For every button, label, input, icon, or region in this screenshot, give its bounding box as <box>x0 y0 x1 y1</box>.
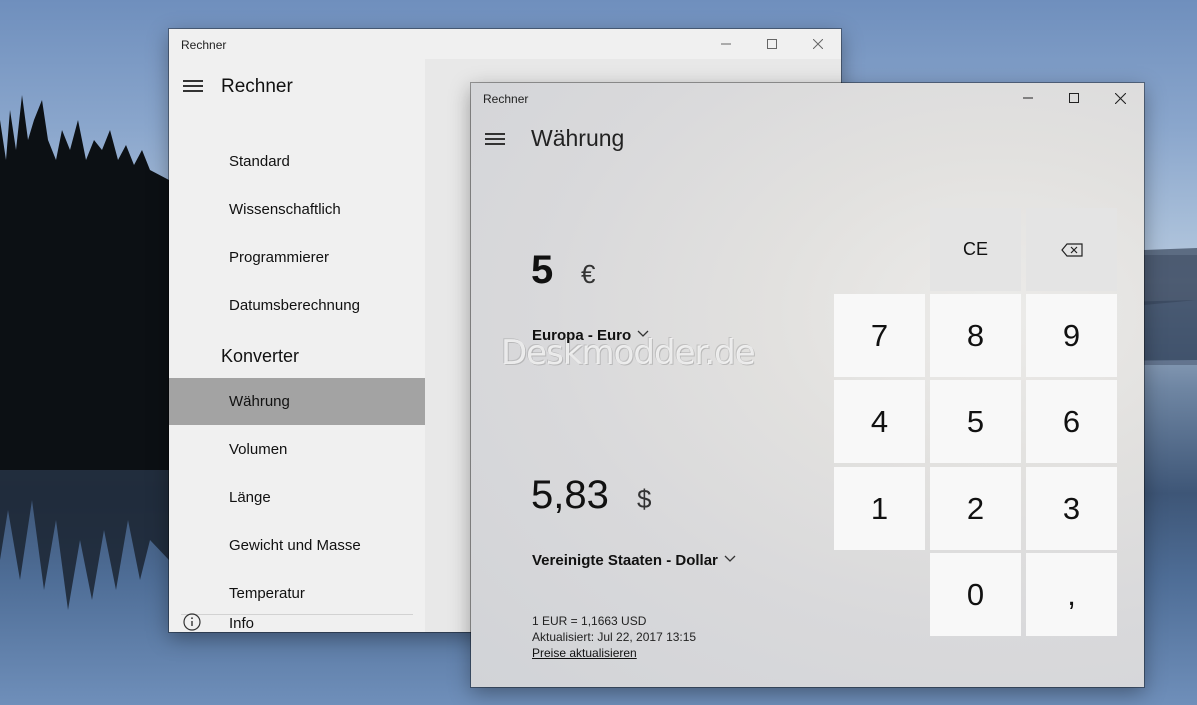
nav-header-calculator: Rechner <box>221 76 293 97</box>
key-9[interactable]: 9 <box>1026 294 1117 377</box>
chevron-down-icon <box>724 555 736 562</box>
calculator-window-currency[interactable]: Rechner Währung Deskmodder.de 5 € Europa… <box>471 83 1144 687</box>
close-icon <box>813 39 823 49</box>
nav-item-standard[interactable]: Standard <box>169 138 425 185</box>
maximize-button[interactable] <box>749 29 795 59</box>
nav-item-temperature[interactable]: Temperatur <box>169 570 425 617</box>
info-icon <box>183 613 201 631</box>
key-0[interactable]: 0 <box>930 553 1021 636</box>
key-1[interactable]: 1 <box>834 467 925 550</box>
nav-item-volume[interactable]: Volumen <box>169 426 425 473</box>
nav-item-date-calculation[interactable]: Datumsberechnung <box>169 282 425 329</box>
input-value[interactable]: 5 <box>531 248 553 293</box>
output-currency-symbol: $ <box>637 484 652 514</box>
chevron-down-icon <box>637 330 649 337</box>
nav-header-converter: Konverter <box>221 346 300 366</box>
input-currency-symbol: € <box>581 259 596 289</box>
close-icon <box>1114 92 1126 104</box>
nav-item-scientific[interactable]: Wissenschaftlich <box>169 186 425 233</box>
output-value: 5,83 <box>531 473 609 517</box>
maximize-button[interactable] <box>1051 83 1097 113</box>
update-rates-link[interactable]: Preise aktualisieren <box>532 646 637 660</box>
to-currency-label: Vereinigte Staaten - Dollar <box>532 552 718 569</box>
title-bar[interactable]: Rechner <box>169 29 841 59</box>
backspace-icon <box>1060 242 1083 257</box>
nav-item-label: Programmierer <box>229 249 330 266</box>
nav-item-programmer[interactable]: Programmierer <box>169 234 425 281</box>
backspace-button[interactable] <box>1026 208 1117 291</box>
minimize-button[interactable] <box>703 29 749 59</box>
close-button[interactable] <box>795 29 841 59</box>
nav-item-label: Standard <box>229 153 290 170</box>
key-2[interactable]: 2 <box>930 467 1021 550</box>
clear-entry-button[interactable]: CE <box>930 208 1021 291</box>
page-title: Währung <box>531 125 625 151</box>
navigation-pane: Rechner Standard Wissenschaftlich Progra… <box>169 59 425 632</box>
key-6[interactable]: 6 <box>1026 380 1117 463</box>
maximize-icon <box>767 39 777 49</box>
key-5[interactable]: 5 <box>930 380 1021 463</box>
nav-item-weight-mass[interactable]: Gewicht und Masse <box>169 522 425 569</box>
nav-item-label: Währung <box>229 393 290 410</box>
nav-item-label: Temperatur <box>229 585 305 602</box>
nav-item-label: Datumsberechnung <box>229 297 360 314</box>
updated-timestamp: Aktualisiert: Jul 22, 2017 13:15 <box>532 630 697 644</box>
nav-item-currency[interactable]: Währung <box>169 378 425 425</box>
from-currency-label: Europa - Euro <box>532 327 632 344</box>
hamburger-menu-icon[interactable] <box>183 80 203 94</box>
nav-item-info[interactable]: Info <box>169 613 425 632</box>
decimal-separator-key[interactable]: , <box>1026 553 1117 636</box>
nav-item-label: Wissenschaftlich <box>229 201 341 218</box>
nav-item-length[interactable]: Länge <box>169 474 425 521</box>
exchange-rate-text: 1 EUR = 1,1663 USD <box>532 614 647 628</box>
close-button[interactable] <box>1097 83 1143 113</box>
from-currency-selector[interactable]: Europa - Euro <box>532 327 649 344</box>
maximize-icon <box>1069 93 1079 103</box>
nav-item-label: Länge <box>229 489 271 506</box>
window-title: Rechner <box>181 38 227 52</box>
nav-item-label: Info <box>229 615 255 632</box>
nav-item-label: Gewicht und Masse <box>229 537 361 554</box>
title-bar[interactable]: Rechner <box>471 83 1144 113</box>
hamburger-menu-icon[interactable] <box>485 133 505 147</box>
to-currency-selector[interactable]: Vereinigte Staaten - Dollar <box>532 552 736 569</box>
window-title: Rechner <box>483 92 529 106</box>
key-3[interactable]: 3 <box>1026 467 1117 550</box>
minimize-button[interactable] <box>1005 83 1051 113</box>
key-4[interactable]: 4 <box>834 380 925 463</box>
key-8[interactable]: 8 <box>930 294 1021 377</box>
minimize-icon <box>1023 97 1033 99</box>
nav-item-label: Volumen <box>229 441 288 458</box>
minimize-icon <box>721 43 731 45</box>
key-7[interactable]: 7 <box>834 294 925 377</box>
